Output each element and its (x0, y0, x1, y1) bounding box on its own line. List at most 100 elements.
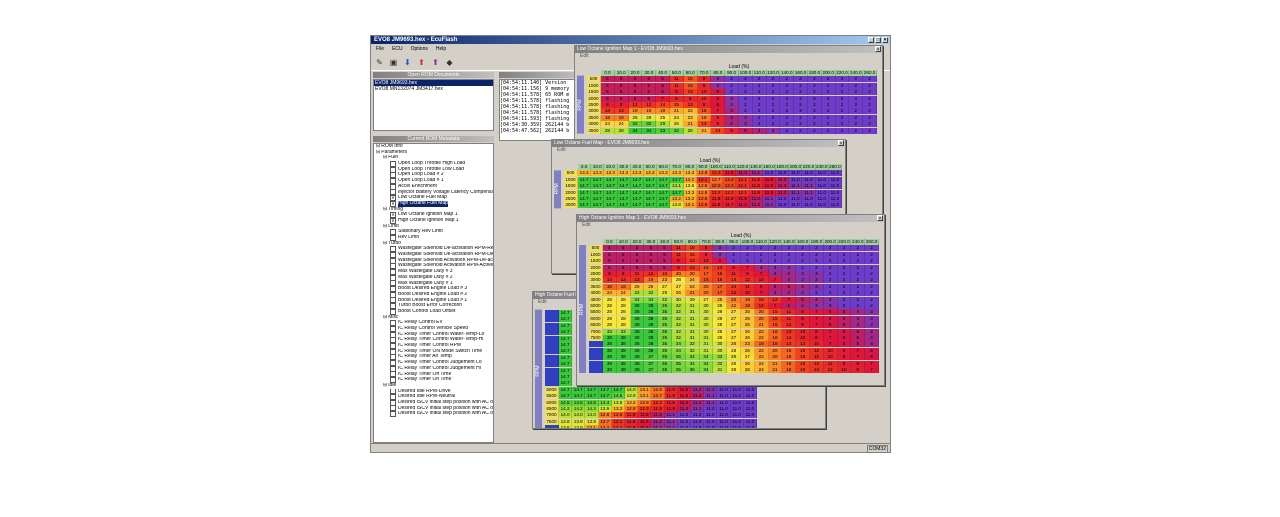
map-cell[interactable]: 24 (601, 121, 615, 128)
rpm-axis-cell[interactable]: 2000 (589, 264, 603, 271)
rpm-axis-cell[interactable] (545, 316, 559, 323)
map-cell[interactable]: 15 (670, 102, 684, 108)
map-cell[interactable]: 32 (630, 290, 645, 297)
map-cell[interactable]: 16 (768, 341, 783, 348)
map-cell[interactable]: 2 (849, 127, 864, 134)
map-cell[interactable]: 30 (699, 309, 714, 316)
map-cell[interactable]: 12.4 (723, 183, 737, 190)
map-cell[interactable]: 2 (823, 271, 838, 277)
map-cell[interactable]: 5 (782, 303, 797, 309)
x-axis-cell[interactable]: 120.0 (768, 239, 783, 245)
map-cell[interactable]: 18 (768, 335, 783, 341)
map-cell[interactable]: 9 (697, 82, 712, 89)
x-axis-cell[interactable]: 180.0 (776, 164, 790, 170)
map-cell[interactable]: 14.7 (644, 196, 658, 202)
map-cell[interactable]: 38 (603, 354, 617, 361)
map-cell[interactable]: 38 (630, 303, 645, 309)
map-cell[interactable]: 18 (782, 347, 797, 354)
map-cell[interactable]: 14.7 (657, 202, 671, 209)
map-cell[interactable]: 8 (603, 271, 617, 277)
map-cell[interactable]: 11.0 (815, 176, 829, 183)
map-cell[interactable]: 14.7 (559, 335, 573, 342)
map-cell[interactable]: 2 (796, 264, 810, 271)
map-cell[interactable]: 5 (656, 89, 670, 96)
x-axis-cell[interactable]: 30.0 (644, 239, 659, 245)
map-cell[interactable]: 26 (741, 335, 755, 341)
x-axis-cell[interactable]: 260.0 (863, 70, 877, 76)
map-cell[interactable]: 7 (741, 264, 755, 271)
map-cell[interactable]: 6 (711, 102, 726, 108)
x-axis-cell[interactable]: 20.0 (630, 239, 645, 245)
map-cell[interactable]: 14.7 (617, 202, 631, 209)
maximize-button[interactable]: □ (875, 37, 881, 43)
map-cell[interactable]: 11.0 (802, 176, 816, 183)
map-cell[interactable]: 14.2 (572, 406, 586, 412)
map-cell[interactable]: 7 (851, 347, 866, 354)
map-cell[interactable]: 18 (601, 114, 615, 121)
map-cell[interactable]: 14.2 (585, 406, 599, 412)
map-cell[interactable]: 2 (780, 89, 795, 96)
map-cell[interactable]: 27 (699, 296, 714, 303)
map-cell[interactable]: 25 (656, 114, 670, 121)
map-cell[interactable]: 4 (865, 335, 879, 341)
map-cell[interactable]: 32 (672, 322, 686, 329)
map-cell[interactable]: 10 (810, 341, 824, 348)
map-cell[interactable]: 14 (656, 102, 670, 108)
map-cell[interactable]: 12.4 (723, 176, 737, 183)
map-cell[interactable]: 11.0 (677, 425, 691, 428)
map-cell[interactable]: 4 (782, 271, 797, 277)
map-cell[interactable]: 2 (823, 258, 838, 265)
map-cell[interactable]: 30 (699, 322, 714, 329)
map-cell[interactable]: 21 (768, 367, 783, 373)
map-cell[interactable]: 4 (851, 322, 866, 329)
map-cell[interactable]: 17 (713, 290, 728, 297)
rpm-axis-cell[interactable]: 6000 (589, 315, 603, 322)
map-cell[interactable]: 14.7 (644, 189, 658, 196)
menu-file[interactable]: File (376, 45, 384, 54)
x-axis-cell[interactable]: 260.0 (865, 239, 879, 245)
map-cell[interactable]: 14.7 (604, 176, 618, 183)
map-cell[interactable]: 2 (835, 121, 850, 128)
map-cell[interactable]: 14.7 (617, 183, 631, 190)
map-cell[interactable]: 38 (630, 335, 645, 341)
map-cell[interactable]: 5 (644, 264, 659, 271)
map-cell[interactable]: 13.9 (598, 406, 612, 412)
map-cell[interactable]: 9 (616, 271, 631, 277)
map-cell[interactable]: 28 (713, 335, 728, 341)
map-cell[interactable]: 14.7 (559, 316, 573, 323)
map-cell[interactable]: 12 (754, 303, 769, 309)
map-cell[interactable]: 5 (796, 296, 810, 303)
map-cell[interactable]: 31 (685, 328, 700, 335)
map-cell[interactable]: 4 (754, 264, 769, 271)
map-cell[interactable]: 11.5 (736, 196, 750, 202)
map-cell[interactable]: 14.7 (559, 322, 573, 329)
map-cell[interactable]: 2 (796, 258, 810, 265)
map-cell[interactable]: 26 (741, 360, 755, 367)
map-cell[interactable]: 14.0 (585, 412, 599, 419)
edit-menu[interactable]: Edit (577, 222, 884, 229)
x-axis-cell[interactable]: 50.0 (644, 164, 658, 170)
map-cell[interactable]: 11.0 (730, 425, 744, 428)
map-cell[interactable]: 9 (711, 114, 726, 121)
map-cell[interactable]: 11.5 (762, 183, 776, 190)
rpm-axis-cell[interactable]: 5500 (589, 309, 603, 316)
map-cell[interactable]: 13.2 (670, 196, 684, 202)
x-axis-cell[interactable]: 50.0 (670, 70, 684, 76)
map-cell[interactable]: 32 (672, 315, 686, 322)
map-cell[interactable]: 2 (821, 102, 836, 108)
map-cell[interactable]: 11 (782, 309, 797, 316)
map-cell[interactable]: 12.1 (611, 418, 625, 425)
map-cell[interactable]: 5 (628, 95, 643, 102)
map-cell[interactable]: 11.5 (638, 425, 652, 428)
map-cell[interactable]: 12.8 (625, 406, 639, 412)
map-cell[interactable]: 26 (741, 347, 755, 354)
map-cell[interactable]: 19 (741, 296, 755, 303)
map-cell[interactable]: 2 (865, 283, 879, 290)
map-cell[interactable]: 7 (823, 341, 838, 348)
map-cell[interactable]: 2 (821, 76, 836, 83)
open-icon[interactable]: ✎ (374, 57, 385, 68)
map-cell[interactable]: 2 (865, 245, 879, 252)
map-cell[interactable]: 2 (808, 82, 822, 89)
map-cell[interactable]: 11.3 (776, 176, 790, 183)
x-axis-cell[interactable]: 100.0 (710, 164, 724, 170)
